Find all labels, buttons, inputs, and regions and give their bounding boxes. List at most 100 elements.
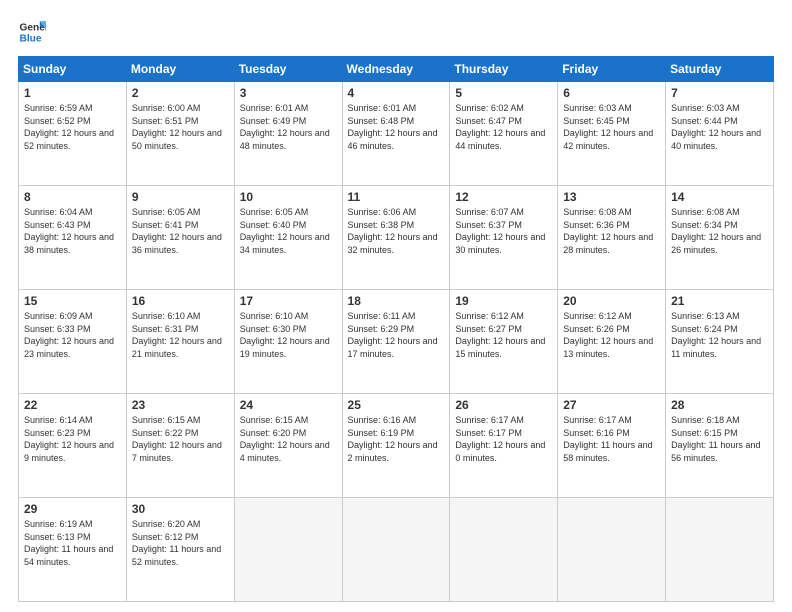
day-number: 19	[455, 294, 552, 308]
calendar-cell: 27 Sunrise: 6:17 AMSunset: 6:16 PMDayligh…	[558, 394, 666, 498]
day-info: Sunrise: 6:08 AMSunset: 6:36 PMDaylight:…	[563, 206, 660, 256]
day-info: Sunrise: 6:13 AMSunset: 6:24 PMDaylight:…	[671, 310, 768, 360]
day-info: Sunrise: 6:00 AMSunset: 6:51 PMDaylight:…	[132, 102, 229, 152]
logo-icon: General Blue	[18, 18, 46, 46]
weekday-header-thursday: Thursday	[450, 57, 558, 82]
day-info: Sunrise: 6:19 AMSunset: 6:13 PMDaylight:…	[24, 518, 121, 568]
calendar-cell	[558, 498, 666, 602]
day-info: Sunrise: 6:16 AMSunset: 6:19 PMDaylight:…	[348, 414, 445, 464]
day-info: Sunrise: 6:01 AMSunset: 6:49 PMDaylight:…	[240, 102, 337, 152]
day-info: Sunrise: 6:12 AMSunset: 6:26 PMDaylight:…	[563, 310, 660, 360]
day-number: 18	[348, 294, 445, 308]
day-info: Sunrise: 6:06 AMSunset: 6:38 PMDaylight:…	[348, 206, 445, 256]
weekday-header-sunday: Sunday	[19, 57, 127, 82]
calendar-cell: 14 Sunrise: 6:08 AMSunset: 6:34 PMDayligh…	[666, 186, 774, 290]
svg-text:Blue: Blue	[20, 33, 42, 44]
day-number: 4	[348, 86, 445, 100]
day-number: 30	[132, 502, 229, 516]
day-number: 25	[348, 398, 445, 412]
calendar-cell: 9 Sunrise: 6:05 AMSunset: 6:41 PMDaylight…	[126, 186, 234, 290]
day-number: 28	[671, 398, 768, 412]
calendar-cell: 10 Sunrise: 6:05 AMSunset: 6:40 PMDayligh…	[234, 186, 342, 290]
calendar-cell: 29 Sunrise: 6:19 AMSunset: 6:13 PMDayligh…	[19, 498, 127, 602]
calendar-cell	[234, 498, 342, 602]
calendar-cell: 13Sunrise: 6:08 AMSunset: 6:36 PMDayligh…	[558, 186, 666, 290]
calendar-week-row: 1Sunrise: 6:59 AMSunset: 6:52 PMDaylight…	[19, 82, 774, 186]
day-number: 22	[24, 398, 121, 412]
day-number: 16	[132, 294, 229, 308]
day-number: 2	[132, 86, 229, 100]
calendar-cell: 11Sunrise: 6:06 AMSunset: 6:38 PMDayligh…	[342, 186, 450, 290]
day-number: 10	[240, 190, 337, 204]
calendar-week-row: 15Sunrise: 6:09 AMSunset: 6:33 PMDayligh…	[19, 290, 774, 394]
calendar-cell: 15Sunrise: 6:09 AMSunset: 6:33 PMDayligh…	[19, 290, 127, 394]
day-info: Sunrise: 6:08 AMSunset: 6:34 PMDaylight:…	[671, 206, 768, 256]
calendar-cell: 12 Sunrise: 6:07 AMSunset: 6:37 PMDayligh…	[450, 186, 558, 290]
day-number: 17	[240, 294, 337, 308]
calendar-week-row: 22 Sunrise: 6:14 AMSunset: 6:23 PMDayligh…	[19, 394, 774, 498]
day-info: Sunrise: 6:11 AMSunset: 6:29 PMDaylight:…	[348, 310, 445, 360]
weekday-header-monday: Monday	[126, 57, 234, 82]
page-header: General Blue	[18, 18, 774, 46]
day-info: Sunrise: 6:14 AMSunset: 6:23 PMDaylight:…	[24, 414, 121, 464]
weekday-header-wednesday: Wednesday	[342, 57, 450, 82]
day-number: 24	[240, 398, 337, 412]
day-number: 27	[563, 398, 660, 412]
day-number: 12	[455, 190, 552, 204]
calendar-cell: 30 Sunrise: 6:20 AMSunset: 6:12 PMDayligh…	[126, 498, 234, 602]
day-number: 5	[455, 86, 552, 100]
calendar-cell	[666, 498, 774, 602]
calendar-cell: 26 Sunrise: 6:17 AMSunset: 6:17 PMDayligh…	[450, 394, 558, 498]
day-number: 26	[455, 398, 552, 412]
day-number: 9	[132, 190, 229, 204]
calendar-table: SundayMondayTuesdayWednesdayThursdayFrid…	[18, 56, 774, 602]
calendar-cell: 6Sunrise: 6:03 AMSunset: 6:45 PMDaylight…	[558, 82, 666, 186]
calendar-cell: 19 Sunrise: 6:12 AMSunset: 6:27 PMDayligh…	[450, 290, 558, 394]
calendar-week-row: 29 Sunrise: 6:19 AMSunset: 6:13 PMDayligh…	[19, 498, 774, 602]
day-number: 21	[671, 294, 768, 308]
calendar-cell: 18 Sunrise: 6:11 AMSunset: 6:29 PMDayligh…	[342, 290, 450, 394]
calendar-cell: 20Sunrise: 6:12 AMSunset: 6:26 PMDayligh…	[558, 290, 666, 394]
day-info: Sunrise: 6:15 AMSunset: 6:22 PMDaylight:…	[132, 414, 229, 464]
day-number: 15	[24, 294, 121, 308]
day-info: Sunrise: 6:17 AMSunset: 6:17 PMDaylight:…	[455, 414, 552, 464]
calendar-cell: 4 Sunrise: 6:01 AMSunset: 6:48 PMDaylight…	[342, 82, 450, 186]
calendar-cell: 21 Sunrise: 6:13 AMSunset: 6:24 PMDayligh…	[666, 290, 774, 394]
day-info: Sunrise: 6:59 AMSunset: 6:52 PMDaylight:…	[24, 102, 121, 152]
day-info: Sunrise: 6:17 AMSunset: 6:16 PMDaylight:…	[563, 414, 660, 464]
day-number: 29	[24, 502, 121, 516]
calendar-cell: 25 Sunrise: 6:16 AMSunset: 6:19 PMDayligh…	[342, 394, 450, 498]
day-info: Sunrise: 6:10 AMSunset: 6:31 PMDaylight:…	[132, 310, 229, 360]
day-info: Sunrise: 6:18 AMSunset: 6:15 PMDaylight:…	[671, 414, 768, 464]
calendar-cell: 8 Sunrise: 6:04 AMSunset: 6:43 PMDaylight…	[19, 186, 127, 290]
day-info: Sunrise: 6:12 AMSunset: 6:27 PMDaylight:…	[455, 310, 552, 360]
calendar-cell: 28 Sunrise: 6:18 AMSunset: 6:15 PMDayligh…	[666, 394, 774, 498]
calendar-cell: 24 Sunrise: 6:15 AMSunset: 6:20 PMDayligh…	[234, 394, 342, 498]
calendar-cell	[450, 498, 558, 602]
calendar-cell: 23Sunrise: 6:15 AMSunset: 6:22 PMDayligh…	[126, 394, 234, 498]
day-number: 14	[671, 190, 768, 204]
day-number: 3	[240, 86, 337, 100]
calendar-cell: 5 Sunrise: 6:02 AMSunset: 6:47 PMDaylight…	[450, 82, 558, 186]
day-info: Sunrise: 6:10 AMSunset: 6:30 PMDaylight:…	[240, 310, 337, 360]
logo: General Blue	[18, 18, 46, 46]
weekday-header-friday: Friday	[558, 57, 666, 82]
calendar-cell: 17 Sunrise: 6:10 AMSunset: 6:30 PMDayligh…	[234, 290, 342, 394]
day-info: Sunrise: 6:20 AMSunset: 6:12 PMDaylight:…	[132, 518, 229, 568]
day-number: 7	[671, 86, 768, 100]
day-info: Sunrise: 6:15 AMSunset: 6:20 PMDaylight:…	[240, 414, 337, 464]
day-info: Sunrise: 6:04 AMSunset: 6:43 PMDaylight:…	[24, 206, 121, 256]
day-info: Sunrise: 6:07 AMSunset: 6:37 PMDaylight:…	[455, 206, 552, 256]
day-info: Sunrise: 6:05 AMSunset: 6:40 PMDaylight:…	[240, 206, 337, 256]
day-info: Sunrise: 6:03 AMSunset: 6:45 PMDaylight:…	[563, 102, 660, 152]
day-info: Sunrise: 6:03 AMSunset: 6:44 PMDaylight:…	[671, 102, 768, 152]
calendar-cell: 16 Sunrise: 6:10 AMSunset: 6:31 PMDayligh…	[126, 290, 234, 394]
day-info: Sunrise: 6:01 AMSunset: 6:48 PMDaylight:…	[348, 102, 445, 152]
weekday-header-tuesday: Tuesday	[234, 57, 342, 82]
calendar-cell	[342, 498, 450, 602]
calendar-cell: 22 Sunrise: 6:14 AMSunset: 6:23 PMDayligh…	[19, 394, 127, 498]
calendar-cell: 3 Sunrise: 6:01 AMSunset: 6:49 PMDaylight…	[234, 82, 342, 186]
day-number: 8	[24, 190, 121, 204]
day-info: Sunrise: 6:02 AMSunset: 6:47 PMDaylight:…	[455, 102, 552, 152]
day-info: Sunrise: 6:05 AMSunset: 6:41 PMDaylight:…	[132, 206, 229, 256]
